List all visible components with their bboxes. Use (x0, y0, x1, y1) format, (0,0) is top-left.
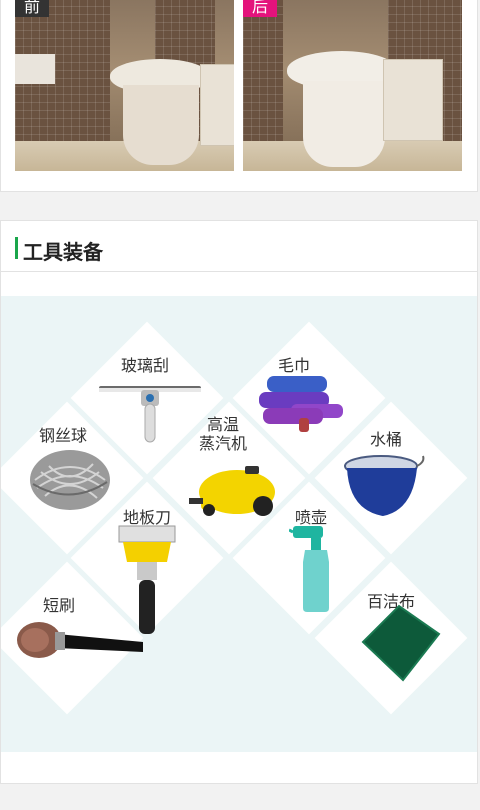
steel-wool-icon (30, 450, 110, 510)
tools-diamond-grid: 玻璃刮 毛巾 钢丝球 高温 蒸汽机 水桶 地板刀 喷壶 短刷 百洁布 (1, 296, 477, 752)
before-tag: 前 (15, 0, 49, 17)
bucket-icon (344, 455, 425, 516)
after-photo (243, 0, 462, 171)
towel-icon (259, 376, 343, 432)
short-brush-icon (17, 622, 143, 658)
section-accent-bar (15, 237, 18, 259)
tool-label-bucket: 水桶 (370, 432, 403, 449)
tool-label-towel: 毛巾 (278, 358, 311, 375)
section-header: 工具装备 (0, 220, 478, 272)
before-photo (15, 0, 234, 171)
tool-label-short-brush: 短刷 (43, 598, 76, 615)
scouring-pad-icon (361, 604, 441, 682)
squeegee-icon (99, 386, 201, 443)
tool-label-steam-cleaner: 高温 蒸汽机 (199, 417, 248, 453)
section-title: 工具装备 (23, 242, 103, 264)
after-tag: 后 (243, 0, 277, 17)
tool-label-squeegee: 玻璃刮 (121, 358, 170, 375)
tool-label-steel-wool: 钢丝球 (39, 428, 88, 445)
spray-bottle-icon (289, 526, 329, 612)
before-after-card: 前 后 (0, 0, 478, 192)
steam-cleaner-icon (189, 466, 275, 516)
tools-card: 玻璃刮 毛巾 钢丝球 高温 蒸汽机 水桶 地板刀 喷壶 短刷 百洁布 (0, 272, 478, 784)
